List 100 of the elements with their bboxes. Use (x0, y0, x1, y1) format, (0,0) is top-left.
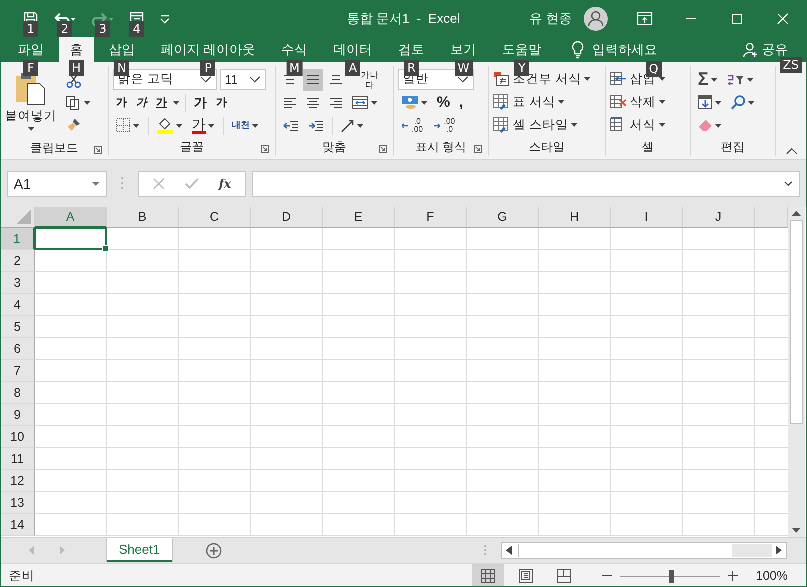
row-header[interactable]: 8 (1, 382, 35, 404)
person-add-icon (743, 42, 759, 58)
group-label: 글꼴 (180, 139, 204, 156)
ribbon-tab[interactable]: 검토 (388, 37, 436, 62)
sort-filter-icon (726, 72, 745, 86)
slider-thumb[interactable] (670, 570, 675, 582)
underline-button[interactable]: 가 (153, 92, 170, 114)
row-header[interactable]: 7 (1, 360, 35, 382)
caret-icon (715, 124, 722, 128)
column-header[interactable]: F (395, 207, 467, 228)
scissors-icon (66, 73, 82, 89)
row-header[interactable]: 10 (1, 426, 35, 448)
indent-icon (308, 120, 324, 132)
tell-me-field[interactable]: 입력하세요 (592, 40, 658, 58)
row-header[interactable]: 13 (1, 492, 35, 514)
percent-button[interactable]: % (434, 92, 454, 114)
dialog-launcher-icon[interactable] (94, 146, 102, 154)
phonetic-guide-button[interactable]: 내천 (229, 114, 262, 136)
cell-grid[interactable] (35, 228, 788, 536)
row-header[interactable]: 11 (1, 448, 35, 470)
column-header[interactable]: E (323, 207, 395, 228)
check-icon[interactable] (185, 178, 199, 190)
keytip-tooltip: W (454, 60, 473, 76)
comma-button[interactable]: , (456, 92, 467, 114)
autosum-button[interactable]: Σ (695, 68, 721, 90)
row-header[interactable]: 14 (1, 514, 35, 536)
ribbon-tab[interactable]: 보기 (440, 37, 488, 62)
column-header[interactable]: B (107, 207, 179, 228)
horizontal-scrollbar[interactable] (501, 542, 787, 559)
zoom-in-icon[interactable] (728, 571, 738, 581)
dialog-launcher-icon[interactable] (261, 145, 269, 153)
dialog-launcher-icon[interactable] (474, 145, 482, 153)
column-header[interactable]: D (251, 207, 323, 228)
cell-styles-button[interactable]: 셀 스타일 (493, 114, 601, 136)
align-top-icon (283, 75, 297, 84)
caret-icon (558, 100, 566, 104)
middle-align-button[interactable] (303, 68, 323, 90)
insert-function-button[interactable]: fx (219, 176, 232, 190)
select-all-icon (17, 210, 31, 224)
ribbon-tab[interactable]: 홈 (59, 37, 94, 62)
vertical-scrollbar[interactable] (788, 207, 805, 537)
scroll-down-icon[interactable] (792, 528, 801, 534)
row-header[interactable]: 1 (1, 228, 35, 250)
formula-input[interactable] (252, 170, 800, 196)
ribbon-tab[interactable]: 페이지 레이아웃 (150, 37, 267, 62)
column-header[interactable]: J (683, 207, 755, 228)
caret-icon (159, 14, 171, 24)
table-brush-icon (493, 117, 510, 133)
row-header[interactable]: 9 (1, 404, 35, 426)
italic-button[interactable]: 가 (133, 92, 150, 114)
bold-button[interactable]: 가 (113, 92, 130, 114)
active-cell[interactable] (34, 227, 107, 250)
increase-decimal-button[interactable]: .0 .00 (398, 114, 428, 136)
ribbon-tab[interactable]: 데이터 (322, 37, 384, 62)
add-sheet-icon[interactable] (206, 542, 222, 558)
collapse-ribbon-icon[interactable] (786, 148, 798, 155)
caret-icon (173, 100, 180, 104)
decrease-decimal-button[interactable]: .00 .0 (430, 114, 460, 136)
dialog-launcher-icon[interactable] (379, 145, 387, 153)
ribbon-tab[interactable]: 도움말 (492, 37, 553, 62)
page-break-icon (557, 569, 572, 583)
row-header[interactable]: 12 (1, 470, 35, 492)
normal-view-button[interactable] (472, 564, 504, 586)
ribbon-tab[interactable]: 수식 (270, 37, 319, 62)
font-color-button[interactable]: 가 (189, 114, 218, 136)
format-cells-button[interactable]: 서식 (610, 114, 686, 136)
scroll-right-icon[interactable] (776, 546, 782, 555)
column-header[interactable]: H (539, 207, 611, 228)
keytip-tooltip: 1 (24, 20, 38, 36)
column-header[interactable]: G (467, 207, 539, 228)
row-header[interactable]: 2 (1, 250, 35, 272)
ribbon-tab[interactable]: 파일 (7, 37, 55, 62)
group-label: 클립보드 (30, 140, 78, 157)
keytip-tooltip: R (404, 60, 420, 76)
scroll-left-icon[interactable] (506, 546, 512, 555)
avatar-icon[interactable] (584, 6, 608, 30)
column-header[interactable]: I (611, 207, 683, 228)
share-button[interactable]: 공유 (743, 40, 788, 58)
row-header[interactable]: 3 (1, 272, 35, 294)
column-header[interactable]: C (179, 207, 251, 228)
row-header[interactable]: 4 (1, 294, 35, 316)
chevron-down-icon[interactable] (784, 180, 793, 186)
row-header[interactable]: 6 (1, 338, 35, 360)
sheet-tab[interactable]: Sheet1 (107, 538, 172, 562)
shrink-font-button[interactable]: 가 (213, 92, 230, 114)
scroll-up-icon[interactable] (792, 210, 801, 216)
ribbon-display-icon (637, 12, 653, 26)
row-header[interactable]: 5 (1, 316, 35, 338)
format-as-table-button[interactable]: 표 서식 (493, 91, 601, 113)
zoom-level-text[interactable]: 100% (756, 569, 788, 583)
text-align-icon (283, 98, 297, 108)
column-header[interactable]: A (35, 207, 107, 228)
font-size-dropdown[interactable]: 11 (220, 69, 266, 90)
caret-icon (571, 123, 578, 127)
grow-font-button[interactable]: 가 (191, 92, 210, 114)
caret-icon (371, 100, 378, 104)
name-box[interactable]: A1 (7, 170, 107, 196)
delete-cells-button[interactable]: 삭제 (610, 91, 686, 113)
ribbon-tab[interactable]: 삽입 (98, 37, 146, 62)
copy-icon (66, 95, 82, 111)
